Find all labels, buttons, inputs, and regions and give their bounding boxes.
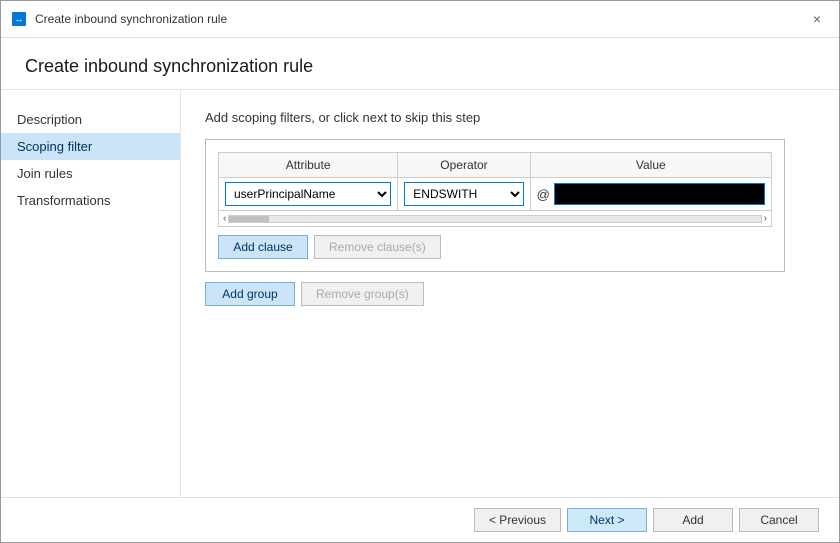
col-header-attribute: Attribute [219, 153, 398, 178]
scroll-area: ‹ › [219, 211, 772, 227]
scroll-indicator: ‹ › [223, 213, 767, 224]
previous-button[interactable]: < Previous [474, 508, 561, 532]
main-window: ↔ Create inbound synchronization rule × … [0, 0, 840, 543]
value-cell: @ [530, 178, 771, 211]
panel: Add scoping filters, or click next to sk… [181, 90, 839, 497]
close-button[interactable]: × [805, 7, 829, 31]
operator-cell: ENDSWITH [398, 178, 530, 211]
value-input-group: @ [537, 183, 765, 205]
col-header-operator: Operator [398, 153, 530, 178]
next-button[interactable]: Next > [567, 508, 647, 532]
scroll-bar-row: ‹ › [219, 211, 772, 227]
footer: < Previous Next > Add Cancel [1, 497, 839, 542]
main-area: Description Scoping filter Join rules Tr… [1, 90, 839, 497]
remove-group-button[interactable]: Remove group(s) [301, 282, 424, 306]
filter-table: Attribute Operator Value userPrincipalNa… [218, 152, 772, 227]
sidebar-item-join-rules[interactable]: Join rules [1, 160, 180, 187]
group-buttons: Add group Remove group(s) [205, 282, 815, 306]
window-icon: ↔ [11, 11, 27, 27]
col-header-value: Value [530, 153, 771, 178]
cancel-button[interactable]: Cancel [739, 508, 819, 532]
svg-text:↔: ↔ [15, 14, 24, 24]
filter-row: userPrincipalName ENDSWITH [219, 178, 772, 211]
scroll-left-arrow[interactable]: ‹ [223, 213, 226, 224]
value-input[interactable] [554, 183, 765, 205]
remove-clause-button[interactable]: Remove clause(s) [314, 235, 441, 259]
sidebar-item-scoping-filter[interactable]: Scoping filter [1, 133, 180, 160]
filter-container: Attribute Operator Value userPrincipalNa… [205, 139, 785, 272]
attribute-cell: userPrincipalName [219, 178, 398, 211]
add-button[interactable]: Add [653, 508, 733, 532]
scroll-right-arrow[interactable]: › [764, 213, 767, 224]
title-bar: ↔ Create inbound synchronization rule × [1, 1, 839, 38]
operator-select[interactable]: ENDSWITH [404, 182, 523, 206]
sidebar-item-transformations[interactable]: Transformations [1, 187, 180, 214]
panel-subtitle: Add scoping filters, or click next to sk… [205, 110, 815, 125]
sidebar-item-description[interactable]: Description [1, 106, 180, 133]
add-group-button[interactable]: Add group [205, 282, 295, 306]
title-bar-left: ↔ Create inbound synchronization rule [11, 11, 227, 27]
sidebar: Description Scoping filter Join rules Tr… [1, 90, 181, 497]
page-title: Create inbound synchronization rule [1, 38, 839, 90]
clause-buttons: Add clause Remove clause(s) [218, 235, 772, 259]
value-at-symbol: @ [537, 187, 550, 202]
add-clause-button[interactable]: Add clause [218, 235, 308, 259]
attribute-select[interactable]: userPrincipalName [225, 182, 391, 206]
window-title: Create inbound synchronization rule [35, 12, 227, 26]
content-area: Create inbound synchronization rule Desc… [1, 38, 839, 497]
